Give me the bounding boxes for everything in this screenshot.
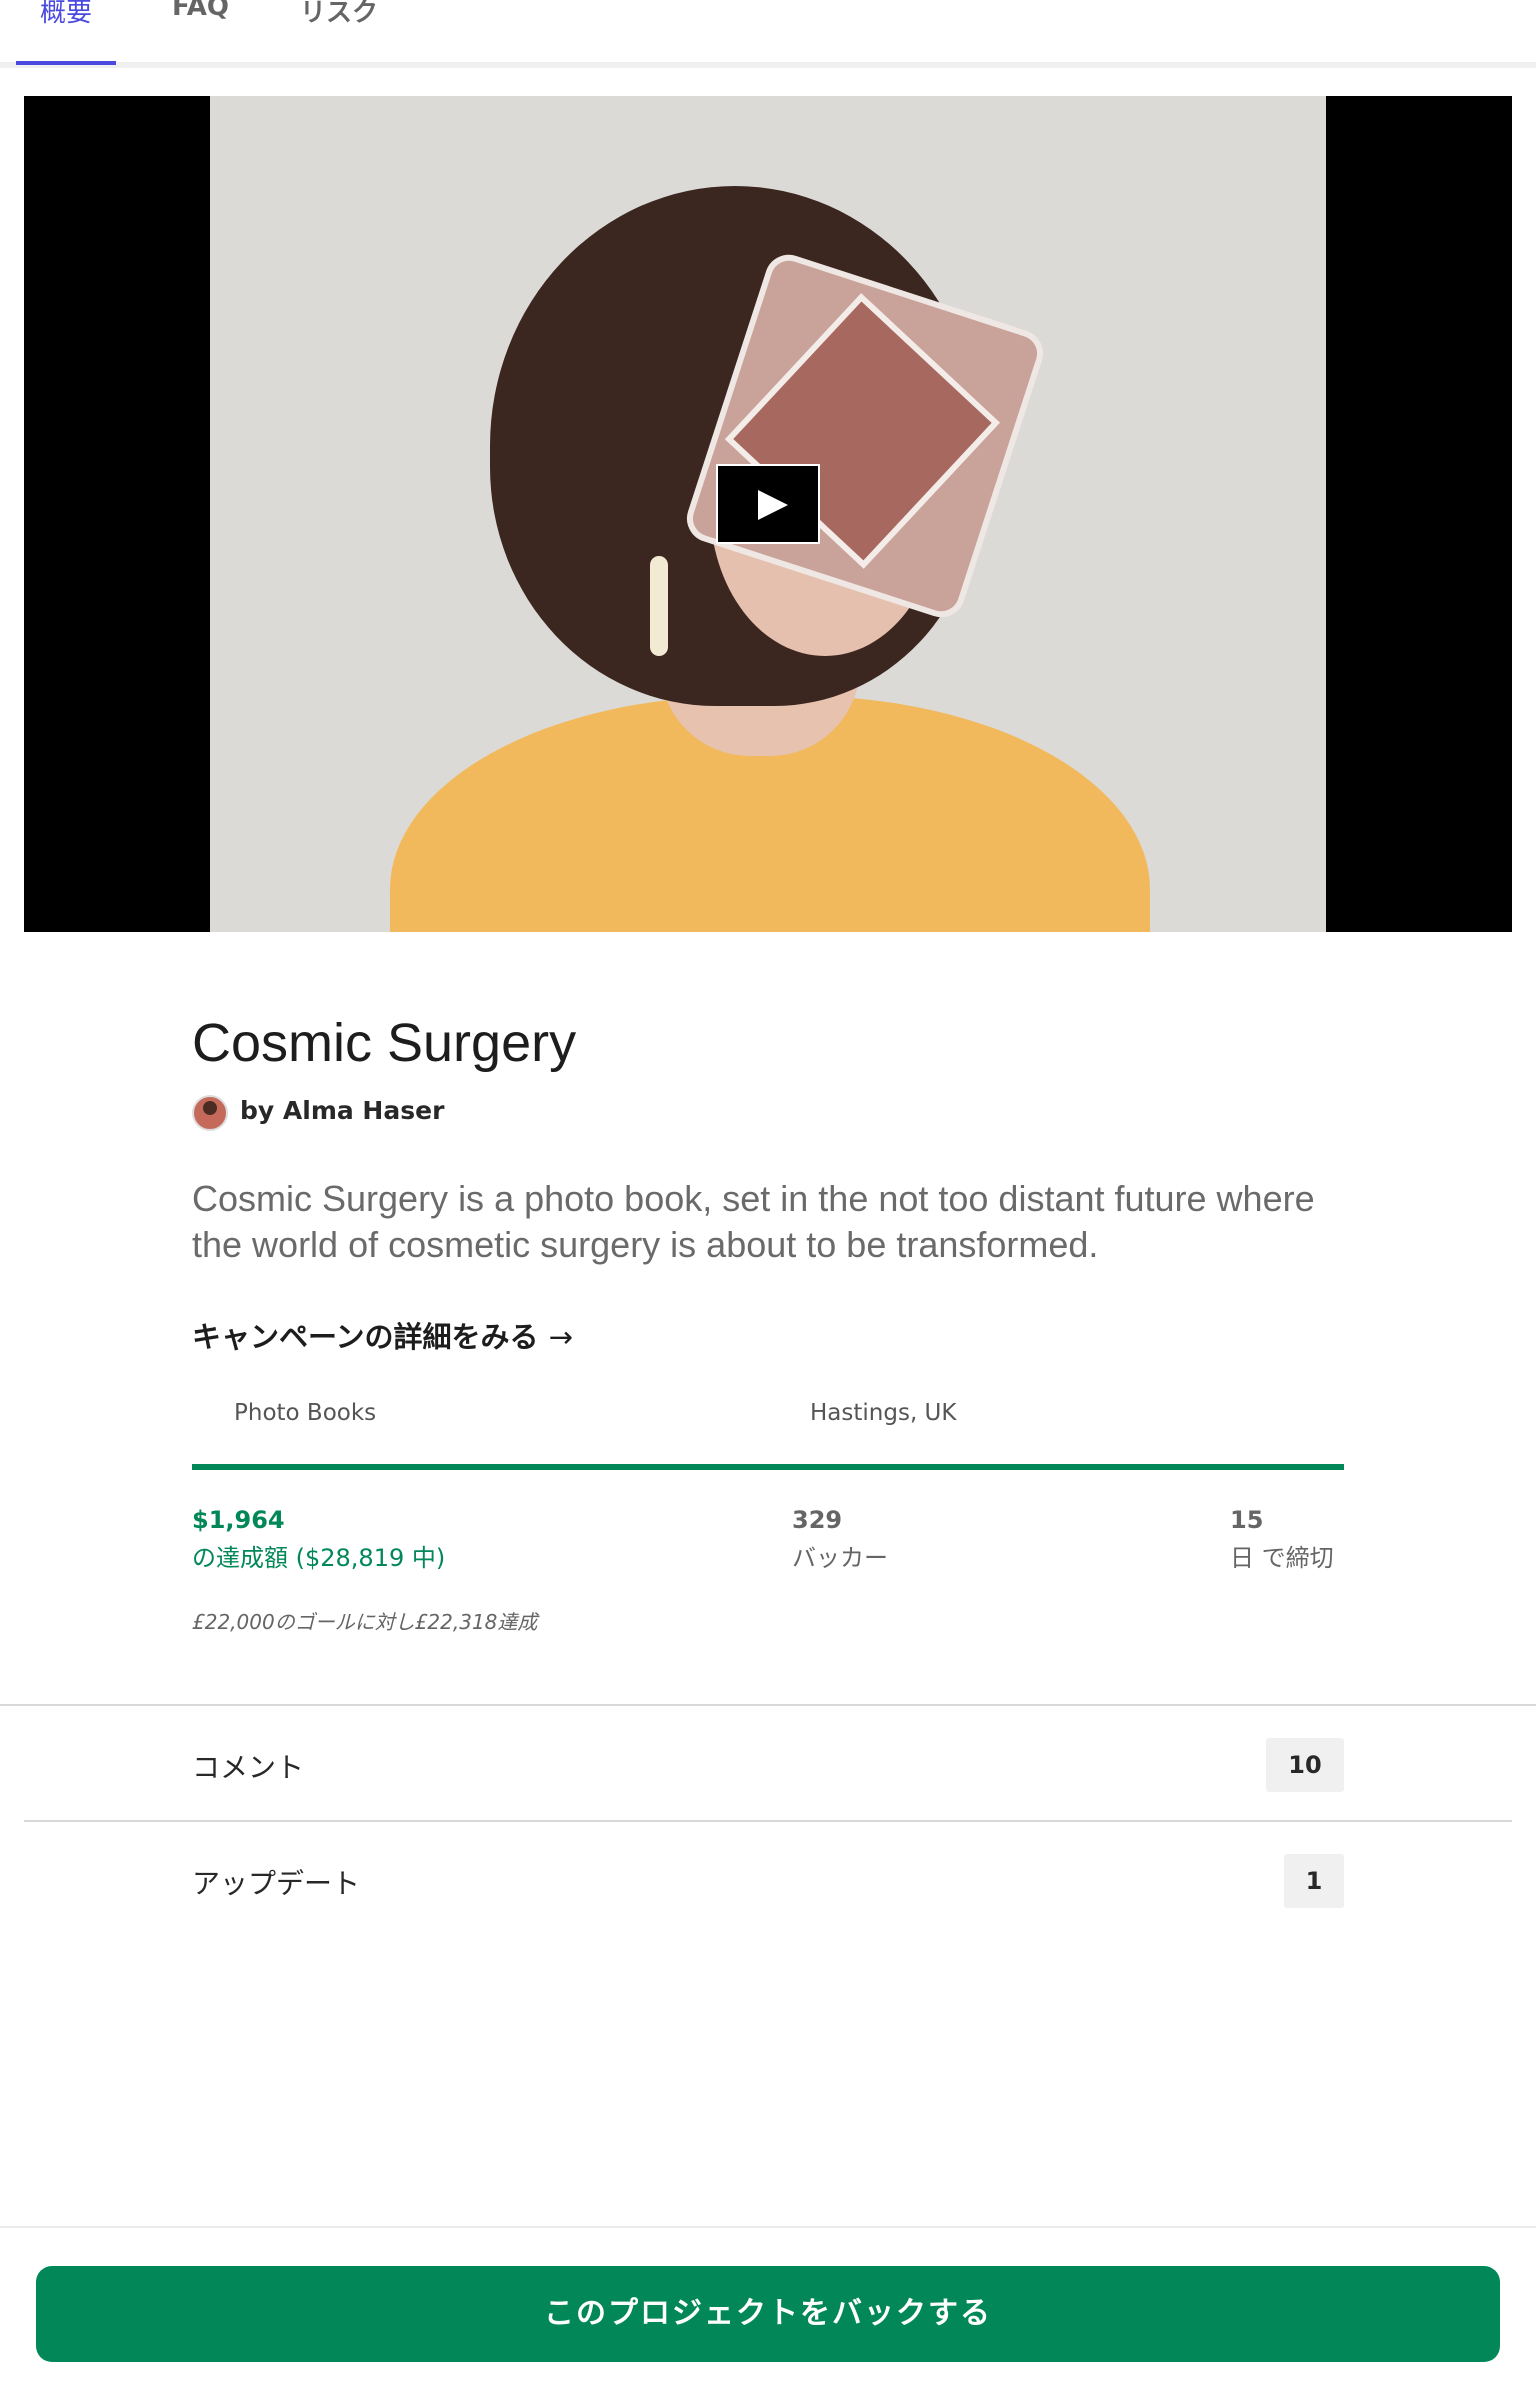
project-title: Cosmic Surgery [192, 1013, 577, 1073]
divider [24, 1820, 1512, 1822]
divider [0, 1704, 1536, 1706]
tab-overview[interactable]: 概要 [40, 0, 92, 29]
funding-progress-fill [192, 1464, 1344, 1470]
campaign-details-link[interactable]: キャンペーンの詳細をみる → [192, 1314, 573, 1356]
thumbnail-earring [650, 556, 668, 656]
category-link[interactable]: Photo Books [234, 1400, 376, 1426]
back-project-button[interactable]: このプロジェクトをバックする [36, 2266, 1500, 2362]
active-tab-indicator [16, 61, 116, 65]
goal-note: £22,000のゴールに対し£22,318達成 [192, 1610, 538, 1634]
avatar[interactable] [192, 1095, 228, 1131]
days-left-label: 日 で締切 [1230, 1544, 1334, 1572]
location-link[interactable]: Hastings, UK [810, 1400, 956, 1426]
pledged-label: の達成額 ($28,819 中) [192, 1544, 446, 1572]
updates-count-badge: 1 [1284, 1854, 1344, 1908]
comments-row-label[interactable]: コメント [192, 1746, 304, 1786]
project-video[interactable] [24, 96, 1512, 932]
days-left-count: 15 [1230, 1506, 1264, 1534]
play-icon [758, 490, 788, 520]
funding-progress-bar [192, 1464, 1344, 1470]
backers-label: バッカー [792, 1544, 888, 1572]
updates-row-label[interactable]: アップデート [192, 1862, 360, 1902]
tab-bar: 概要 FAQ リスク [0, 0, 1536, 68]
project-blurb: Cosmic Surgery is a photo book, set in t… [192, 1178, 1315, 1265]
pledged-amount: $1,964 [192, 1506, 285, 1534]
creator-byline[interactable]: by Alma Haser [240, 1096, 444, 1125]
backers-count: 329 [792, 1506, 843, 1534]
campaign-details-label: キャンペーンの詳細をみる [192, 1320, 539, 1354]
play-button[interactable] [716, 464, 820, 544]
comments-count-badge: 10 [1266, 1738, 1344, 1792]
tab-faq[interactable]: FAQ [172, 0, 229, 22]
tab-risks[interactable]: リスク [300, 0, 378, 29]
arrow-right-icon: → [548, 1320, 573, 1354]
